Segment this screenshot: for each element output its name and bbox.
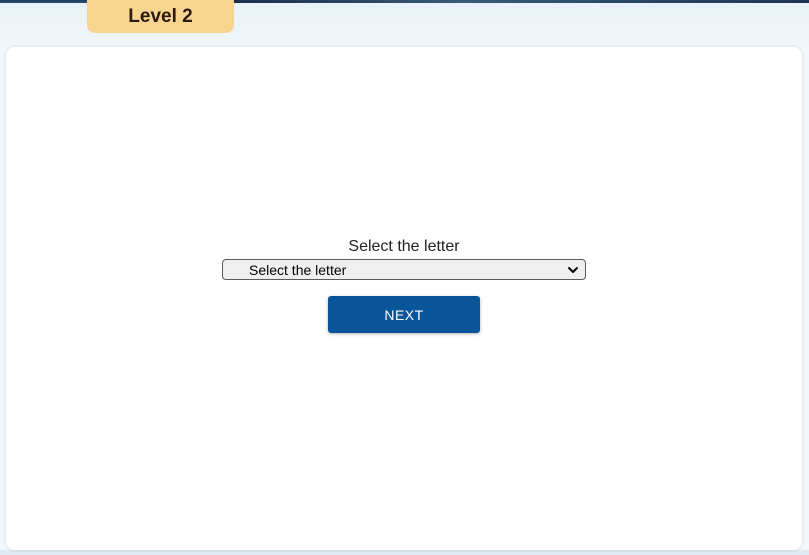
level-label: Level 2 xyxy=(128,5,193,27)
select-prompt-label: Select the letter xyxy=(348,238,460,255)
level-tab: Level 2 xyxy=(87,0,234,33)
main-card: Select the letter Select the letter NEXT xyxy=(6,47,802,550)
letter-select-value: Select the letter xyxy=(249,261,347,278)
chevron-down-icon xyxy=(568,266,578,273)
letter-select[interactable]: Select the letter xyxy=(222,259,586,280)
letter-form: Select the letter Select the letter NEXT xyxy=(6,237,802,333)
banner-strip xyxy=(232,0,809,3)
bottom-edge xyxy=(0,550,809,555)
next-button[interactable]: NEXT xyxy=(328,296,480,333)
